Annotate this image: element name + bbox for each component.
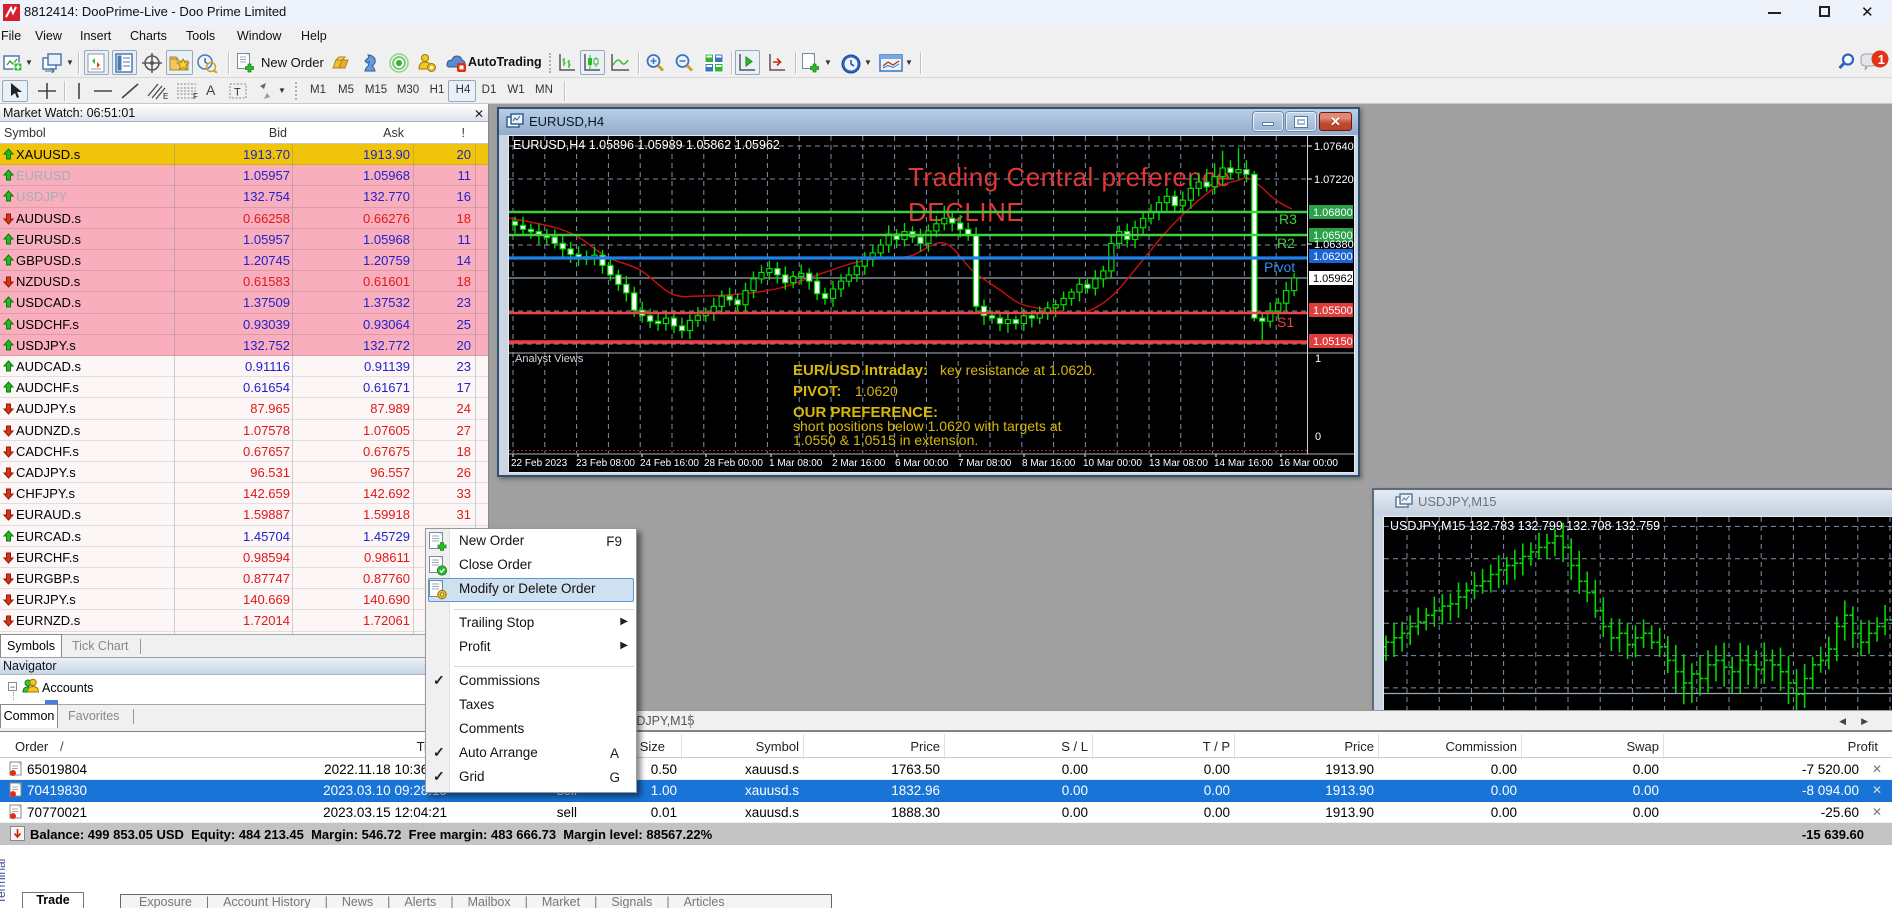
svg-text:R3: R3 — [1279, 211, 1297, 227]
svg-text:EUR/USD Intraday:: EUR/USD Intraday: — [793, 362, 928, 379]
svg-text:Pivot: Pivot — [1264, 259, 1295, 275]
svg-text:28 Feb 00:00: 28 Feb 00:00 — [704, 458, 763, 469]
svg-text:Trading Central preference: Trading Central preference — [908, 162, 1231, 192]
svg-text:key resistance at 1.0620.: key resistance at 1.0620. — [940, 362, 1096, 378]
svg-text:6 Mar 00:00: 6 Mar 00:00 — [895, 458, 949, 469]
svg-text:24 Feb 16:00: 24 Feb 16:00 — [640, 458, 699, 469]
svg-text:1.07640: 1.07640 — [1314, 141, 1354, 153]
svg-text:7 Mar 08:00: 7 Mar 08:00 — [958, 458, 1012, 469]
svg-text:.Analyst Views: .Analyst Views — [512, 353, 584, 365]
svg-text:S1: S1 — [1277, 314, 1294, 330]
svg-text:PIVOT:: PIVOT: — [793, 383, 841, 400]
svg-text:F: F — [193, 92, 198, 100]
svg-text:EURUSD,H4 1.05896 1.05989 1.0: EURUSD,H4 1.05896 1.05989 1.05862 1.0596… — [513, 138, 780, 152]
svg-text:USDJPY,M15 132.783 132.799 13: USDJPY,M15 132.783 132.799 132.708 132.7… — [1390, 519, 1660, 533]
svg-text:1.05962: 1.05962 — [1313, 273, 1353, 285]
svg-text:1.05500: 1.05500 — [1313, 305, 1353, 317]
svg-text:1: 1 — [1315, 353, 1321, 365]
svg-text:1.06200: 1.06200 — [1313, 251, 1353, 263]
svg-text:22 Feb 2023: 22 Feb 2023 — [511, 458, 568, 469]
svg-text:13 Mar 08:00: 13 Mar 08:00 — [1149, 458, 1208, 469]
svg-text:2 Mar 16:00: 2 Mar 16:00 — [832, 458, 886, 469]
svg-text:1.0550 & 1.0515 in extension.: 1.0550 & 1.0515 in extension. — [793, 432, 978, 448]
svg-text:1.05150: 1.05150 — [1313, 336, 1353, 348]
svg-text:14 Mar 16:00: 14 Mar 16:00 — [1214, 458, 1273, 469]
svg-text:16 Mar 00:00: 16 Mar 00:00 — [1279, 458, 1338, 469]
svg-text:1: 1 — [1878, 52, 1885, 67]
svg-text:10 Mar 00:00: 10 Mar 00:00 — [1083, 458, 1142, 469]
svg-text:8 Mar 16:00: 8 Mar 16:00 — [1022, 458, 1076, 469]
svg-text:1 Mar 08:00: 1 Mar 08:00 — [769, 458, 823, 469]
svg-text:R2: R2 — [1277, 235, 1295, 251]
svg-text:1.06800: 1.06800 — [1313, 207, 1353, 219]
svg-text:1.07220: 1.07220 — [1314, 174, 1354, 186]
svg-text:T: T — [234, 87, 241, 99]
svg-text:23 Feb 08:00: 23 Feb 08:00 — [576, 458, 635, 469]
svg-text:E: E — [163, 92, 168, 100]
svg-text:0: 0 — [1315, 431, 1321, 443]
svg-text:1.0620: 1.0620 — [855, 383, 898, 399]
